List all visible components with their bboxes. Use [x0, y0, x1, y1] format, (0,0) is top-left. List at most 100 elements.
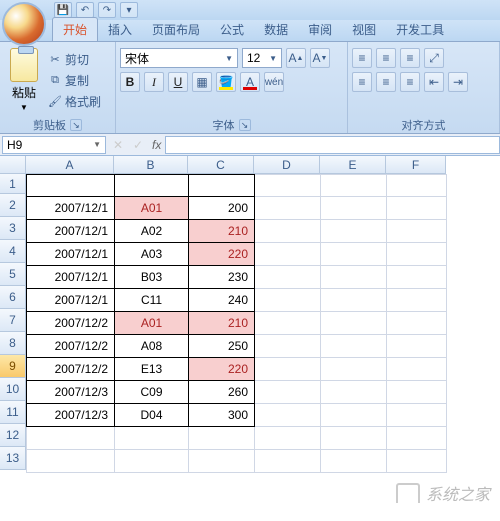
cell[interactable]: 240: [189, 289, 255, 312]
cell[interactable]: 2007/12/3: [27, 404, 115, 427]
row-header[interactable]: 2: [0, 194, 26, 217]
cell[interactable]: 产品ID: [115, 175, 189, 197]
cell[interactable]: [321, 312, 387, 335]
grow-font-button[interactable]: A▲: [286, 48, 306, 68]
cell[interactable]: 2007/12/2: [27, 335, 115, 358]
cell[interactable]: [387, 335, 447, 358]
cell[interactable]: A08: [115, 335, 189, 358]
cell[interactable]: A02: [115, 220, 189, 243]
align-middle-button[interactable]: ≡: [376, 48, 396, 68]
align-right-button[interactable]: ≡: [400, 72, 420, 92]
column-header-F[interactable]: F: [386, 156, 446, 174]
align-center-button[interactable]: ≡: [376, 72, 396, 92]
cell[interactable]: 210: [189, 220, 255, 243]
row-header[interactable]: 8: [0, 332, 26, 355]
tab-home[interactable]: 开始: [52, 17, 98, 41]
tab-review[interactable]: 审阅: [298, 18, 342, 41]
cell[interactable]: 2007/12/1: [27, 289, 115, 312]
cell[interactable]: [255, 358, 321, 381]
font-name-combo[interactable]: 宋体▼: [120, 48, 238, 68]
formula-input[interactable]: [165, 136, 500, 154]
row-header[interactable]: 6: [0, 286, 26, 309]
cell[interactable]: A01: [115, 312, 189, 335]
cell[interactable]: C11: [115, 289, 189, 312]
enter-formula-icon[interactable]: ✓: [128, 138, 148, 152]
cell[interactable]: [189, 450, 255, 473]
copy-button[interactable]: ⧉复制: [46, 71, 103, 90]
cell[interactable]: [321, 404, 387, 427]
tab-view[interactable]: 视图: [342, 18, 386, 41]
cell[interactable]: [321, 175, 387, 197]
column-header-C[interactable]: C: [188, 156, 254, 174]
cell[interactable]: [387, 381, 447, 404]
cell[interactable]: C09: [115, 381, 189, 404]
fx-icon[interactable]: fx: [148, 138, 165, 152]
row-header[interactable]: 7: [0, 309, 26, 332]
row-header[interactable]: 10: [0, 378, 26, 401]
cell[interactable]: [321, 266, 387, 289]
cell[interactable]: 220: [189, 243, 255, 266]
row-header[interactable]: 12: [0, 424, 26, 447]
row-header[interactable]: 11: [0, 401, 26, 424]
cell[interactable]: [321, 427, 387, 450]
fill-color-button[interactable]: 🪣: [216, 72, 236, 92]
cell[interactable]: [387, 312, 447, 335]
cell[interactable]: [387, 404, 447, 427]
tab-data[interactable]: 数据: [254, 18, 298, 41]
cell[interactable]: 220: [189, 358, 255, 381]
cell[interactable]: 250: [189, 335, 255, 358]
column-header-B[interactable]: B: [114, 156, 188, 174]
cell[interactable]: [115, 427, 189, 450]
cell[interactable]: 2007/12/3: [27, 381, 115, 404]
bold-button[interactable]: B: [120, 72, 140, 92]
cell[interactable]: 2007/12/1: [27, 243, 115, 266]
cell[interactable]: [255, 312, 321, 335]
save-icon[interactable]: 💾: [54, 2, 72, 18]
cell[interactable]: [387, 175, 447, 197]
cell[interactable]: [255, 381, 321, 404]
tab-formulas[interactable]: 公式: [210, 18, 254, 41]
cell[interactable]: 2007/12/1: [27, 197, 115, 220]
cell[interactable]: 2007/12/1: [27, 220, 115, 243]
orientation-button[interactable]: ⤢: [424, 48, 444, 68]
cell[interactable]: [255, 243, 321, 266]
cell[interactable]: 数量: [189, 175, 255, 197]
cell[interactable]: [387, 450, 447, 473]
border-button[interactable]: ▦: [192, 72, 212, 92]
row-header[interactable]: 4: [0, 240, 26, 263]
cell[interactable]: [387, 289, 447, 312]
cell[interactable]: [321, 289, 387, 312]
decrease-indent-button[interactable]: ⇤: [424, 72, 444, 92]
cell[interactable]: E13: [115, 358, 189, 381]
cell[interactable]: [321, 381, 387, 404]
column-header-D[interactable]: D: [254, 156, 320, 174]
cell[interactable]: [255, 220, 321, 243]
cell[interactable]: [27, 427, 115, 450]
cell[interactable]: 260: [189, 381, 255, 404]
cell[interactable]: A03: [115, 243, 189, 266]
font-launcher-icon[interactable]: ↘: [239, 119, 251, 131]
qat-dropdown-icon[interactable]: ▾: [120, 2, 138, 18]
paste-button[interactable]: 粘贴 ▼: [4, 44, 44, 117]
cell[interactable]: D04: [115, 404, 189, 427]
cell[interactable]: [255, 450, 321, 473]
select-all-corner[interactable]: [0, 156, 26, 174]
undo-icon[interactable]: ↶: [76, 2, 94, 18]
italic-button[interactable]: I: [144, 72, 164, 92]
underline-button[interactable]: U: [168, 72, 188, 92]
cell[interactable]: [189, 427, 255, 450]
cell[interactable]: 2007/12/1: [27, 266, 115, 289]
tab-page-layout[interactable]: 页面布局: [142, 18, 210, 41]
cell[interactable]: 200: [189, 197, 255, 220]
column-header-A[interactable]: A: [26, 156, 114, 174]
cell[interactable]: [321, 450, 387, 473]
cell[interactable]: 2007/12/2: [27, 312, 115, 335]
cell[interactable]: [115, 450, 189, 473]
align-left-button[interactable]: ≡: [352, 72, 372, 92]
cell[interactable]: [321, 243, 387, 266]
font-size-combo[interactable]: 12▼: [242, 48, 282, 68]
name-box[interactable]: H9▼: [2, 136, 106, 154]
column-header-E[interactable]: E: [320, 156, 386, 174]
row-header[interactable]: 1: [0, 174, 26, 194]
row-header[interactable]: 13: [0, 447, 26, 470]
